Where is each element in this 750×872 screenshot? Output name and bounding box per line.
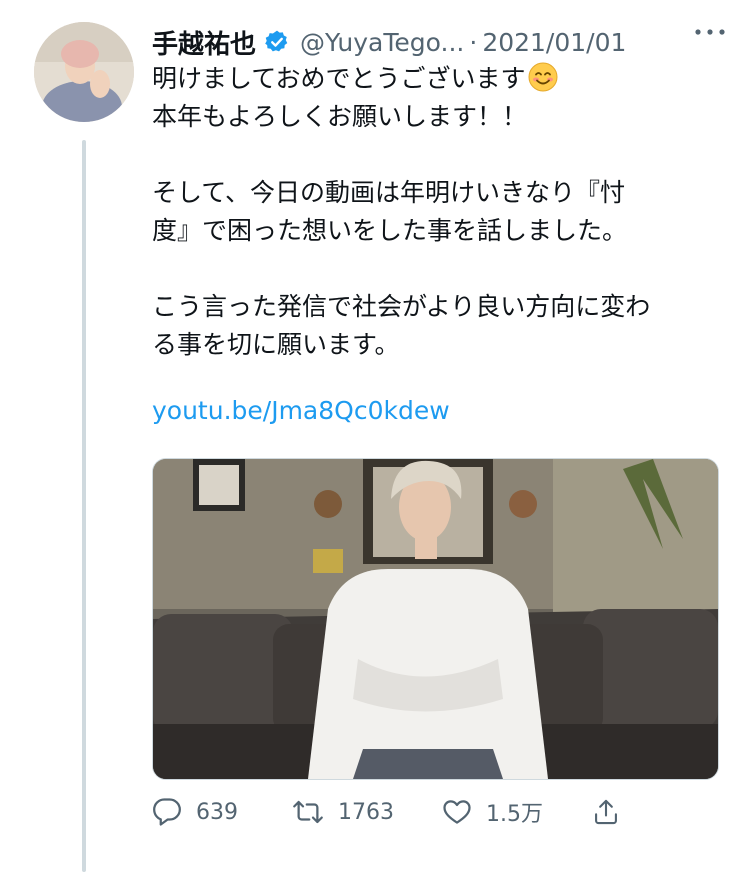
user-handle[interactable]: @YuyaTego...	[300, 28, 464, 57]
like-button[interactable]: 1.5万	[442, 796, 543, 828]
display-name[interactable]: 手越祐也	[152, 24, 256, 61]
share-icon	[595, 799, 617, 825]
retweet-button[interactable]: 1763	[292, 797, 394, 827]
retweet-icon	[293, 800, 323, 824]
smiling-face-emoji-icon	[528, 62, 558, 92]
reply-button[interactable]: 639	[152, 797, 238, 827]
media-thumbnail[interactable]	[152, 458, 719, 780]
tweet-line-4: 度』で困った想いをした事を話しました。	[152, 216, 628, 245]
avatar[interactable]	[34, 22, 134, 122]
more-horizontal-icon[interactable]	[692, 20, 728, 51]
tweet-line-1: 明けましておめでとうございます	[152, 64, 526, 93]
avatar-image	[34, 22, 134, 122]
verified-badge-icon	[264, 29, 290, 55]
tweet-actions: 639 1763 1.5万	[152, 790, 632, 834]
share-button[interactable]	[592, 797, 620, 827]
like-count: 1.5万	[486, 802, 543, 827]
tweet-line-5: こう言った発信で社会がより良い方向に変わ	[152, 292, 651, 321]
tweet-text: 明けましておめでとうございます 本年もよろしくお願いします！！ そして、今日の動…	[152, 60, 727, 430]
reply-count: 639	[196, 799, 238, 825]
tweet-date[interactable]: 2021/01/01	[482, 28, 626, 57]
tweet-line-6: る事を切に願います。	[152, 330, 400, 359]
heart-icon	[443, 800, 471, 824]
tweet-header: 手越祐也 @YuyaTego... · 2021/01/01	[152, 22, 750, 62]
header-separator: ·	[469, 27, 478, 57]
video-thumbnail-image	[153, 459, 718, 779]
reply-icon	[153, 798, 181, 826]
tweet-link[interactable]: youtu.be/Jma8Qc0kdew	[152, 392, 727, 430]
tweet-line-2: 本年もよろしくお願いします！！	[152, 102, 528, 131]
thread-line	[82, 140, 86, 872]
tweet-line-3: そして、今日の動画は年明けいきなり『忖	[152, 178, 626, 207]
retweet-count: 1763	[338, 799, 394, 825]
